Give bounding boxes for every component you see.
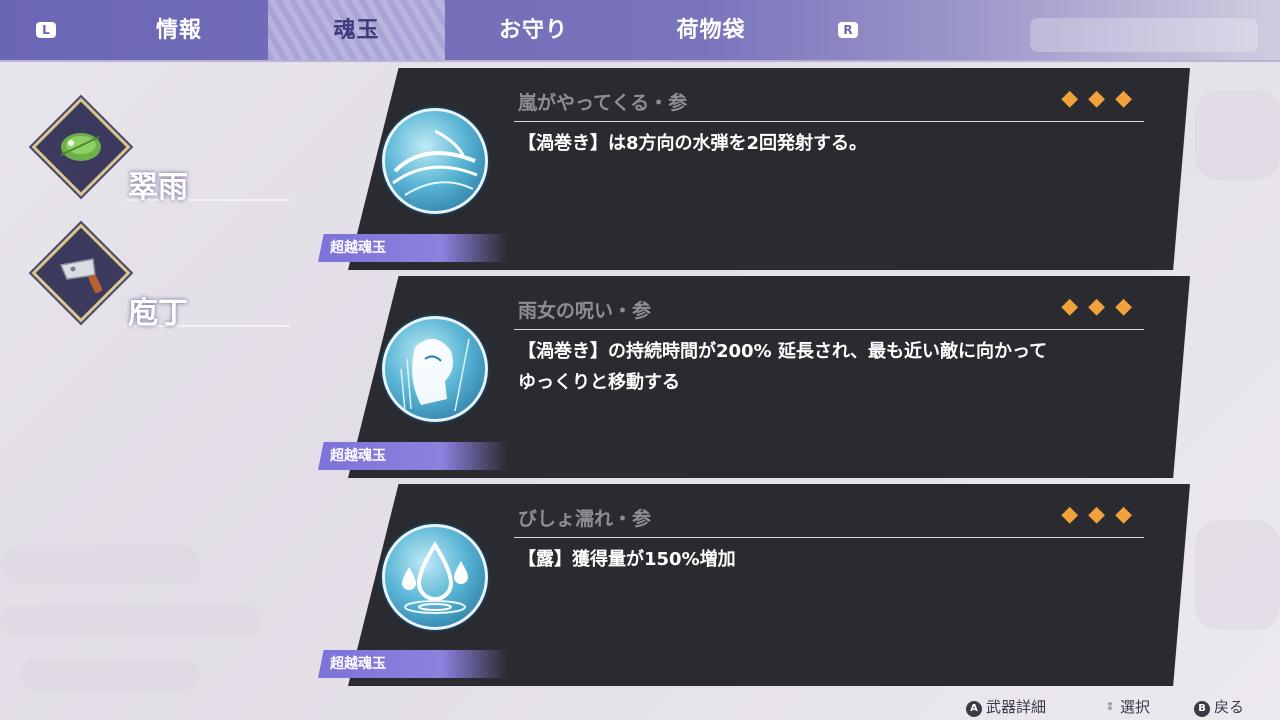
hint-weapon-details[interactable]: A 武器詳細 xyxy=(966,696,1046,717)
soul-gem-card[interactable]: 嵐がやってくる・参 ◆◆◆ 【渦巻き】は8方向の水弾を2回発射する。 超越魂玉 xyxy=(318,68,1190,270)
weapon-name: 翠雨 xyxy=(128,170,188,205)
soul-gem-description: 【渦巻き】は8方向の水弾を2回発射する。 xyxy=(518,133,868,154)
tab-info[interactable]: 情報 xyxy=(90,0,268,60)
header-decoration xyxy=(1030,18,1258,52)
a-button-icon: A xyxy=(966,701,982,717)
hint-select[interactable]: ⇕ 選択 xyxy=(1104,696,1150,717)
background-cloud xyxy=(0,545,200,585)
b-button-icon: B xyxy=(1194,701,1210,717)
l-shoulder-button[interactable]: L xyxy=(36,22,56,38)
weapon-item[interactable]: 庖丁 xyxy=(30,223,290,336)
hint-label: 戻る xyxy=(1214,698,1245,716)
tab-soul-gems[interactable]: 魂玉 xyxy=(268,0,445,60)
hint-back[interactable]: B 戻る xyxy=(1194,696,1244,717)
water-drops-icon xyxy=(382,524,488,630)
divider xyxy=(514,537,1144,538)
tier-tag: 超越魂玉 xyxy=(318,650,508,678)
weapon-name: 庖丁 xyxy=(128,296,188,331)
rarity-gems: ◆◆◆ xyxy=(1061,86,1142,111)
soul-gem-name: びしょ濡れ・参 xyxy=(518,508,652,530)
soul-gem-name: 雨女の呪い・参 xyxy=(518,300,652,322)
soul-gem-card[interactable]: 雨女の呪い・参 ◆◆◆ 【渦巻き】の持続時間が200% 延長され、最も近い敵に向… xyxy=(318,276,1190,478)
control-hints: A 武器詳細 ⇕ 選択 B 戻る xyxy=(948,696,1268,720)
background-cloud xyxy=(0,605,260,637)
leaf-frog-icon xyxy=(31,97,131,197)
rarity-gems: ◆◆◆ xyxy=(1061,294,1142,319)
hint-label: 武器詳細 xyxy=(986,698,1047,716)
background-cloud xyxy=(1195,90,1280,180)
soul-gem-card[interactable]: びしょ濡れ・参 ◆◆◆ 【露】獲得量が150%増加 超越魂玉 xyxy=(318,484,1190,686)
tier-tag: 超越魂玉 xyxy=(318,234,508,262)
background-cloud xyxy=(1195,520,1280,630)
tab-charms[interactable]: お守り xyxy=(445,0,622,60)
top-tab-bar: L 情報 魂玉 お守り 荷物袋 R xyxy=(0,0,1280,62)
tab-bag[interactable]: 荷物袋 xyxy=(622,0,800,60)
divider xyxy=(514,329,1144,330)
soul-gem-description: 【渦巻き】の持続時間が200% 延長され、最も近い敵に向かって ゆっくりと移動す… xyxy=(518,341,1048,393)
hint-label: 選択 xyxy=(1120,698,1151,716)
cleaver-icon xyxy=(31,223,131,323)
divider xyxy=(514,121,1144,122)
rarity-gems: ◆◆◆ xyxy=(1061,502,1142,527)
soul-gem-description: 【露】獲得量が150%増加 xyxy=(518,549,736,570)
background-cloud xyxy=(20,660,200,690)
up-down-icon: ⇕ xyxy=(1105,700,1115,713)
whirlwind-water-icon xyxy=(382,108,488,214)
soul-gem-name: 嵐がやってくる・参 xyxy=(518,92,688,114)
rain-woman-icon xyxy=(382,316,488,422)
weapon-item[interactable]: 翠雨 xyxy=(30,97,290,210)
r-shoulder-button[interactable]: R xyxy=(838,22,858,38)
tier-tag: 超越魂玉 xyxy=(318,442,508,470)
